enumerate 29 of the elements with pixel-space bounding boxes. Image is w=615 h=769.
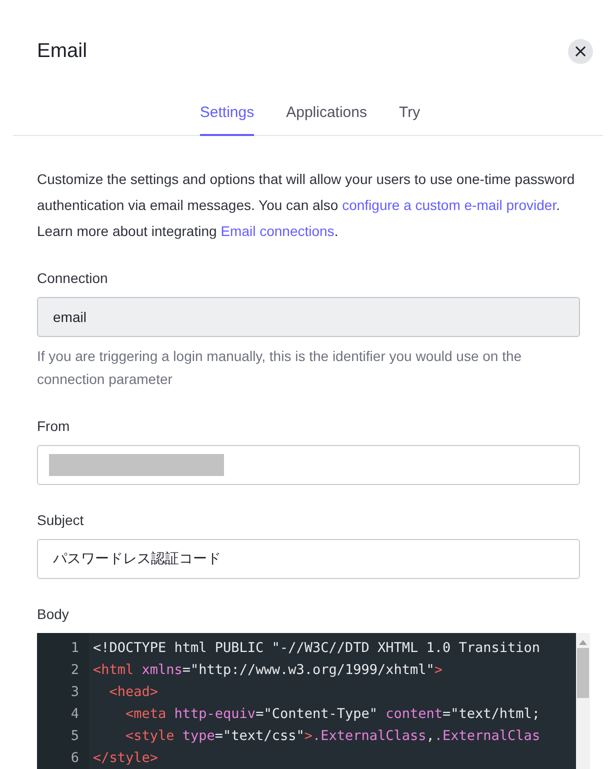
code-line: <html xmlns="http://www.w3.org/1999/xhtml"> bbox=[93, 661, 444, 680]
code-line: <!DOCTYPE html PUBLIC "-//W3C//DTD XHTML 1.0 Transition bbox=[93, 639, 542, 658]
field-label: Connection bbox=[37, 270, 109, 286]
code-line: <style type="text/css">.ExternalClass,.ExternalClas bbox=[124, 727, 542, 746]
field-label: From bbox=[37, 418, 71, 434]
dialog-title: Email bbox=[37, 40, 88, 62]
line-number: 5 bbox=[70, 727, 80, 746]
line-number: 6 bbox=[70, 749, 80, 768]
line-number: 1 bbox=[70, 639, 80, 658]
code-editor[interactable] bbox=[37, 633, 590, 769]
line-number: 4 bbox=[70, 705, 80, 724]
code-line: <head> bbox=[108, 683, 160, 702]
link[interactable]: configure a custom e-mail provider bbox=[342, 197, 556, 213]
field-label: Body bbox=[37, 606, 70, 622]
line-number: 2 bbox=[70, 661, 80, 680]
field-label: Subject bbox=[37, 512, 85, 528]
close-button[interactable]: × bbox=[568, 38, 593, 64]
text-field[interactable]: パスワードレス認証コード bbox=[37, 539, 580, 579]
help-text: If you are triggering a login manually, this is the identifier you would use on the connection parameter bbox=[37, 347, 523, 389]
tab[interactable]: Applications bbox=[286, 104, 367, 136]
text-field[interactable] bbox=[37, 445, 580, 485]
code-line: <meta http-equiv="Content-Type" content="text/html; bbox=[124, 705, 542, 724]
tab[interactable]: Try bbox=[398, 104, 420, 136]
code-line: </style> bbox=[93, 749, 160, 768]
tab[interactable]: Settings bbox=[200, 104, 254, 136]
description-text: Customize the settings and options that will allow your users to use one-time password authentication via email messages. You can also configure a custom e-mail provider. Learn more about integrating Email connections. bbox=[37, 170, 576, 241]
line-number: 3 bbox=[70, 683, 80, 702]
scrollbar[interactable] bbox=[576, 633, 590, 769]
link[interactable]: Email connections bbox=[220, 223, 334, 239]
